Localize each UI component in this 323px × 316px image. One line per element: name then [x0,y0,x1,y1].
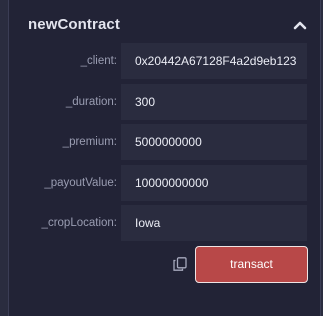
function-title: newContract [28,16,120,33]
payout-value-input[interactable]: 10000000000 [121,165,307,201]
premium-input[interactable]: 5000000000 [121,124,307,160]
copy-icon[interactable] [173,257,187,271]
param-row-crop-location: _cropLocation: Iowa [9,205,322,241]
param-label-client: _client: [80,55,117,67]
client-input[interactable]: 0x20442A67128F4a2d9eb123 [121,43,307,79]
param-label-crop-location: _cropLocation: [41,217,117,229]
param-label-payout-value: _payoutValue: [44,177,117,189]
param-row-premium: _premium: 5000000000 [9,124,322,160]
param-row-client: _client: 0x20442A67128F4a2d9eb123 [9,43,322,79]
transact-button[interactable]: transact [195,246,308,283]
function-panel: newContract _client: 0x20442A67128F4a2d9… [8,0,321,316]
chevron-up-icon[interactable] [292,18,308,32]
function-header: newContract [28,14,310,38]
param-label-duration: _duration: [65,96,117,108]
duration-input[interactable]: 300 [121,84,307,120]
crop-location-input[interactable]: Iowa [121,205,307,241]
param-row-payout-value: _payoutValue: 10000000000 [9,165,322,201]
param-row-duration: _duration: 300 [9,84,322,120]
param-label-premium: _premium: [62,136,117,148]
